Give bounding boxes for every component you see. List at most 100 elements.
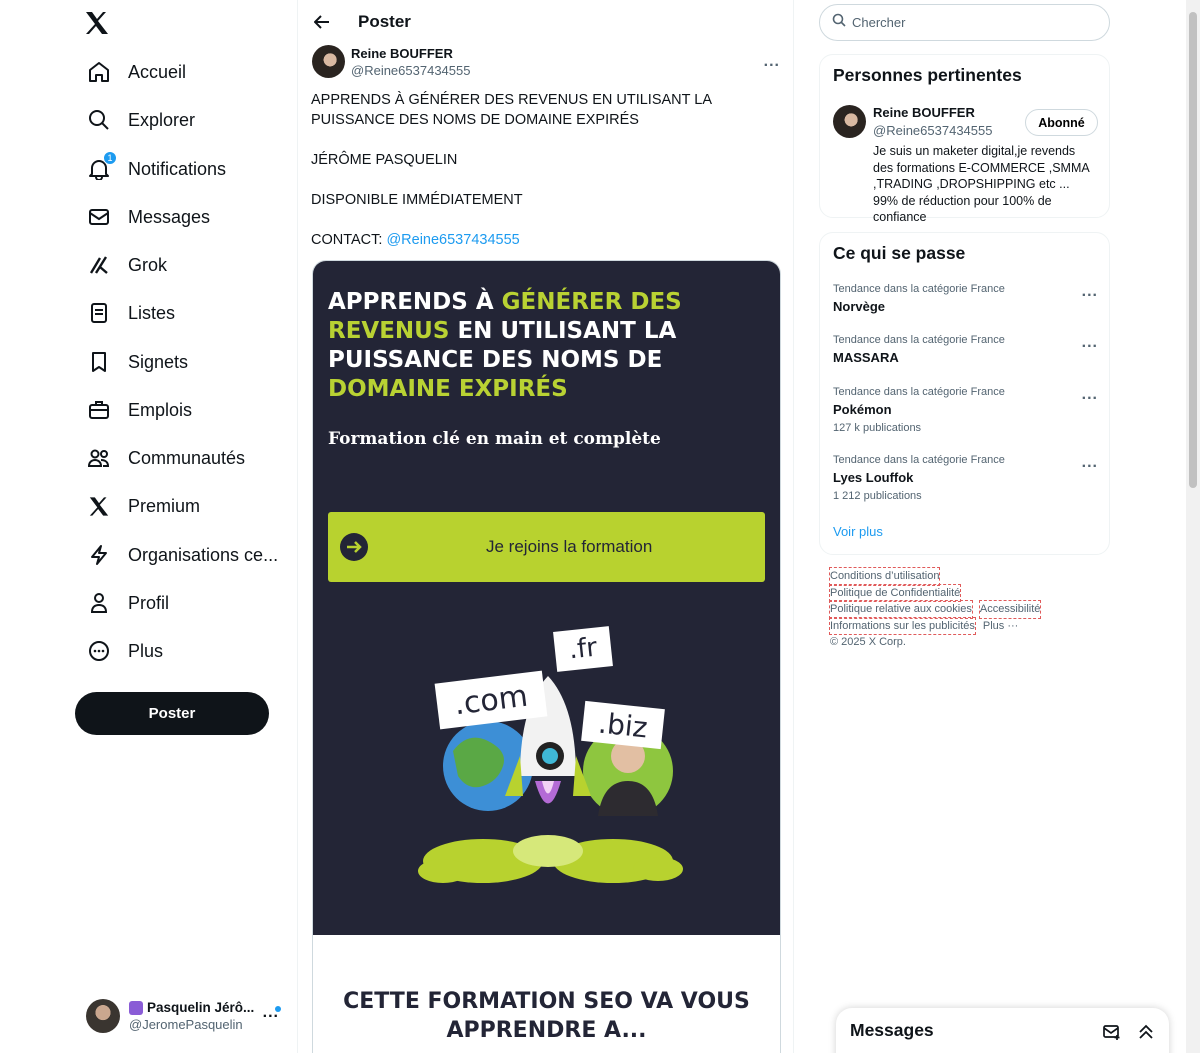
more-icon[interactable]: ...: [1082, 283, 1098, 301]
post-media[interactable]: APPRENDS À GÉNÉRER DES REVENUS EN UTILIS…: [312, 260, 781, 1053]
envelope-icon: [86, 204, 112, 230]
more-circle-icon: [86, 638, 112, 664]
page-title: Poster: [358, 12, 411, 31]
messages-drawer[interactable]: Messages: [836, 1008, 1169, 1053]
avatar: [86, 999, 120, 1033]
more-icon[interactable]: ...: [764, 53, 780, 71]
avatar[interactable]: [312, 45, 345, 78]
domain-tag-fr: .fr: [553, 626, 613, 672]
verified-icon: [129, 1000, 143, 1015]
nav-item-profil[interactable]: Profil: [76, 579, 179, 627]
following-button[interactable]: Abonné: [1025, 109, 1098, 136]
person-bio: Je suis un maketer digital,je revends de…: [873, 144, 1090, 224]
nav-label: Premium: [128, 495, 201, 516]
nav-label: Messages: [128, 206, 211, 227]
nav-item-organisations[interactable]: Organisations ce...: [76, 531, 288, 579]
more-icon[interactable]: ...: [1082, 386, 1098, 404]
nav-item-signets[interactable]: Signets: [76, 338, 198, 386]
new-message-icon[interactable]: [1103, 1023, 1121, 1046]
nav-item-listes[interactable]: Listes: [76, 289, 185, 337]
media-lower-panel: CETTE FORMATION SEO VA VOUS APPRENDRE A.…: [313, 935, 780, 1053]
media-cta-banner: Je rejoins la formation: [328, 512, 765, 582]
nav-item-communautes[interactable]: Communautés: [76, 434, 255, 482]
avatar[interactable]: [833, 105, 866, 138]
account-switcher[interactable]: Pasquelin Jérô... @JeromePasquelin ...: [76, 990, 291, 1042]
nav-label: Communautés: [128, 447, 246, 468]
x-logo-icon[interactable]: [82, 6, 112, 40]
accessibility-link[interactable]: Accessibilité: [978, 600, 1042, 619]
domain-tag-biz: .biz: [581, 700, 665, 750]
drawer-actions: [1103, 1023, 1155, 1046]
copyright: © 2025 X Corp.: [830, 636, 906, 648]
footer-more-link[interactable]: Plus ···: [983, 618, 1018, 635]
author-handle[interactable]: @Reine6537434555: [351, 63, 470, 78]
trend-topic: Norvège: [833, 299, 886, 314]
person-name[interactable]: Reine BOUFFER: [873, 105, 975, 120]
post-text: APPRENDS À GÉNÉRER DES REVENUS EN UTILIS…: [311, 90, 781, 270]
search-input[interactable]: [852, 15, 1082, 30]
scrollbar-thumb[interactable]: [1189, 12, 1197, 488]
page-scrollbar[interactable]: [1186, 0, 1200, 1053]
account-display-name-text: Pasquelin Jérô...: [147, 1000, 255, 1015]
list-icon: [86, 300, 112, 326]
ads-info-link[interactable]: Informations sur les publicités: [829, 616, 976, 635]
more-icon[interactable]: ...: [1082, 334, 1098, 352]
post-text-line: JÉRÔME PASQUELIN: [311, 152, 458, 168]
nav-label: Plus: [128, 640, 164, 661]
nav-item-notifications[interactable]: 1 Notifications: [76, 145, 236, 193]
post-text-line: DISPONIBLE IMMÉDIATEMENT: [311, 192, 523, 208]
lightning-icon: [86, 542, 112, 568]
trend-context: Tendance dans la catégorie France: [833, 386, 1005, 398]
home-icon: [86, 59, 112, 85]
nav-label: Signets: [128, 351, 189, 372]
nav-item-messages[interactable]: Messages: [76, 193, 220, 241]
back-arrow-icon[interactable]: [312, 12, 332, 32]
nav-item-grok[interactable]: Grok: [76, 241, 177, 289]
media-subtitle: Formation clé en main et complète: [328, 429, 661, 449]
post-detail: Poster Reine BOUFFER @Reine6537434555 ..…: [297, 0, 794, 1053]
trend-item[interactable]: Tendance dans la catégorie France Norvèg…: [833, 283, 1098, 314]
terms-link[interactable]: Conditions d’utilisation: [828, 567, 941, 586]
contact-prefix: CONTACT:: [311, 232, 387, 248]
expand-chevron-icon[interactable]: [1137, 1023, 1155, 1046]
trend-item[interactable]: Tendance dans la catégorie France Pokémo…: [833, 386, 1098, 434]
trend-count: 127 k publications: [833, 422, 922, 434]
x-logo-icon: [86, 493, 112, 519]
mention-link[interactable]: @Reine6537434555: [386, 232, 519, 248]
privacy-link[interactable]: Politique de Confidentialité: [828, 583, 962, 602]
trend-topic: Lyes Louffok: [833, 470, 914, 485]
post-button[interactable]: Poster: [75, 692, 269, 735]
account-handle: @JeromePasquelin: [129, 1017, 243, 1032]
person-handle[interactable]: @Reine6537434555: [873, 123, 992, 138]
nav-label: Emplois: [128, 399, 193, 420]
search-box[interactable]: [819, 4, 1110, 41]
nav-label: Organisations ce...: [128, 544, 279, 565]
trend-item[interactable]: Tendance dans la catégorie France MASSAR…: [833, 334, 1098, 365]
nav-item-explorer[interactable]: Explorer: [76, 96, 205, 144]
post-author: Reine BOUFFER @Reine6537434555 ...: [312, 45, 782, 78]
post-text-line: APPRENDS À GÉNÉRER DES REVENUS EN UTILIS…: [311, 92, 712, 128]
nav-item-premium[interactable]: Premium: [76, 482, 210, 530]
see-more-link[interactable]: Voir plus: [833, 524, 883, 539]
media-banner: APPRENDS À GÉNÉRER DES REVENUS EN UTILIS…: [313, 261, 780, 935]
media-cta-label: Je rejoins la formation: [486, 537, 653, 556]
person-icon: [86, 590, 112, 616]
nav-item-accueil[interactable]: Accueil: [76, 48, 196, 96]
account-names: Pasquelin Jérô... @JeromePasquelin: [129, 1000, 259, 1032]
nav-item-plus[interactable]: Plus: [76, 627, 173, 675]
rocket-illustration: [418, 676, 683, 883]
drawer-title: Messages: [850, 1020, 934, 1040]
trend-item[interactable]: Tendance dans la catégorie France Lyes L…: [833, 454, 1098, 502]
nav-item-emplois[interactable]: Emplois: [76, 386, 202, 434]
cookies-link[interactable]: Politique relative aux cookies: [829, 600, 973, 619]
more-icon[interactable]: ...: [1082, 454, 1098, 472]
trend-context: Tendance dans la catégorie France: [833, 334, 1005, 346]
left-navigation: Accueil Explorer 1 Notifications Message…: [0, 0, 298, 1053]
author-names: Reine BOUFFER @Reine6537434555: [351, 46, 470, 78]
grok-icon: [86, 252, 112, 278]
media-bottom-line: CETTE FORMATION SEO VA VOUS: [343, 989, 750, 1014]
author-name[interactable]: Reine BOUFFER: [351, 46, 470, 61]
more-icon[interactable]: ...: [263, 1004, 279, 1022]
card-title: Ce qui se passe: [833, 243, 966, 263]
post-text-line: CONTACT: @Reine6537434555: [311, 230, 781, 250]
